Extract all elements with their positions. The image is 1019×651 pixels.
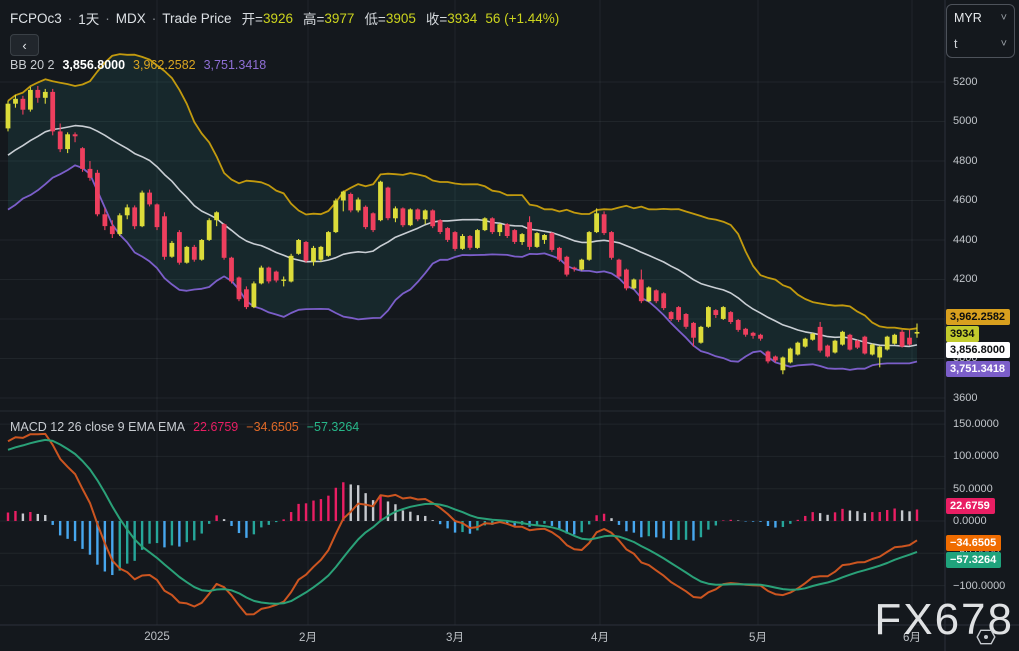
low-label: 低= xyxy=(364,12,386,27)
bb-upper-value: 3,962.2582 xyxy=(133,58,196,72)
price-tick-label: 4600 xyxy=(953,194,978,207)
axis-unit-selectors: MYR ˅ t ˅ xyxy=(946,4,1015,58)
settings-hexagon-icon[interactable] xyxy=(975,628,997,646)
price-tick-label: 4800 xyxy=(953,154,978,167)
macd-tag: −57.3264 xyxy=(946,552,1002,568)
currency-dropdown[interactable]: MYR ˅ xyxy=(947,5,1014,31)
separator: · xyxy=(105,10,110,26)
macd-tag: −34.6505 xyxy=(946,535,1002,551)
symbol-name[interactable]: FCPOc3 xyxy=(10,11,62,26)
change-value: 56 (+1.44%) xyxy=(485,10,560,26)
symbol-info-bar: FCPOc3 · 1天 · MDX · Trade Price 开= 3926 高… xyxy=(10,8,559,28)
bb-indicator-label: BB 20 2 xyxy=(10,58,55,72)
chevron-down-icon: ˅ xyxy=(1000,11,1007,24)
price-tick-label: 5000 xyxy=(953,115,978,128)
macd-tick-label: 150.0000 xyxy=(953,418,999,431)
open-label: 开= xyxy=(241,12,263,27)
price-tick-label: 5200 xyxy=(953,76,978,88)
unit-dropdown[interactable]: t ˅ xyxy=(947,31,1014,57)
price-tag: 3,962.2582 xyxy=(946,309,1011,325)
interval-value[interactable]: 1天 xyxy=(78,8,99,28)
macd-tag: 22.6759 xyxy=(946,498,995,514)
trading-chart-app: 520050004800460044004200400038003600150.… xyxy=(0,0,1019,651)
macd-tick-label: 0.0000 xyxy=(953,515,987,527)
high-label: 高= xyxy=(303,12,325,27)
chart-canvas[interactable] xyxy=(0,0,1019,651)
bb-mid-value: 3,856.8000 xyxy=(62,58,126,72)
macd-tick-label: 100.0000 xyxy=(953,450,999,463)
macd-tick-label: 50.0000 xyxy=(953,482,993,495)
macd-signal-value: −57.3264 xyxy=(306,420,360,434)
price-tag: 3934 xyxy=(946,326,980,342)
time-tick-label: 2月 xyxy=(299,632,317,644)
macd-indicator-label: MACD 12 26 close 9 EMA EMA xyxy=(10,420,186,434)
macd-line-value: −34.6505 xyxy=(246,420,299,434)
time-tick-label: 2025 xyxy=(144,631,170,643)
exchange-name[interactable]: MDX xyxy=(116,11,146,26)
price-tick-label: 4400 xyxy=(953,233,978,246)
time-tick-label: 5月 xyxy=(749,632,767,644)
macd-hist-value: 22.6759 xyxy=(193,420,239,434)
price-tick-label: 4200 xyxy=(953,273,978,286)
chevron-left-icon: ‹ xyxy=(22,37,27,53)
bb-indicator-row[interactable]: BB 20 2 3,856.8000 3,962.2582 3,751.3418 xyxy=(10,58,274,72)
price-tick-label: 3600 xyxy=(953,391,978,404)
close-value: 3934 xyxy=(447,10,478,26)
low-value: 3905 xyxy=(385,10,416,26)
unit-value: t xyxy=(954,37,958,51)
time-tick-label: 4月 xyxy=(591,632,609,644)
chevron-down-icon: ˅ xyxy=(1000,37,1007,50)
macd-tick-label: −100.0000 xyxy=(953,579,1006,592)
back-button[interactable]: ‹ xyxy=(10,34,39,56)
close-label: 收= xyxy=(425,12,448,27)
time-tick-label: 3月 xyxy=(446,632,464,644)
series-type: Trade Price xyxy=(162,10,232,26)
bb-lower-value: 3,751.3418 xyxy=(203,58,267,72)
currency-value: MYR xyxy=(954,11,982,25)
price-tag: 3,751.3418 xyxy=(946,361,1011,377)
open-value: 3926 xyxy=(262,10,293,26)
macd-indicator-row[interactable]: MACD 12 26 close 9 EMA EMA 22.6759 −34.6… xyxy=(10,420,367,434)
high-value: 3977 xyxy=(324,10,355,26)
separator: · xyxy=(67,10,73,26)
price-tag: 3,856.8000 xyxy=(946,342,1011,358)
separator: · xyxy=(151,10,157,26)
